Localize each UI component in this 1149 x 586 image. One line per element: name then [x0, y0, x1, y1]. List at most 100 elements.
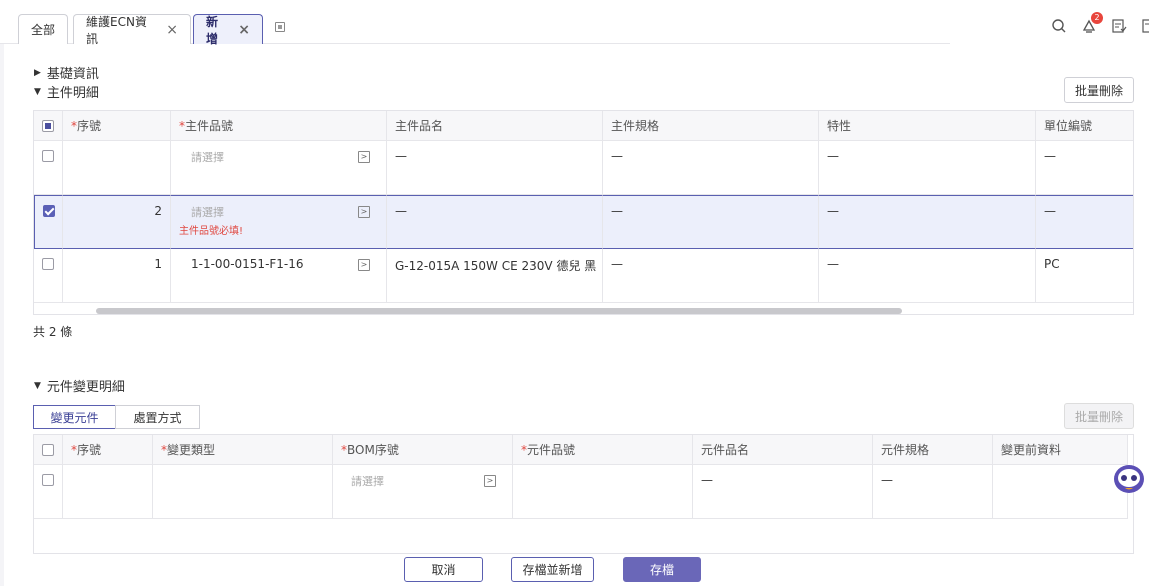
feature-cell: —	[819, 195, 1036, 249]
cancel-button[interactable]: 取消	[404, 557, 483, 582]
section-component-change[interactable]: ▼ 元件變更明細	[34, 376, 125, 395]
picker-icon[interactable]: >	[358, 206, 370, 218]
part-no-value: 1-1-00-0151-F1-16	[191, 257, 304, 271]
column-header: * 變更類型	[153, 435, 333, 465]
table-row[interactable]: 請選擇 > — — — —	[34, 141, 1133, 195]
seq-cell[interactable]: 2	[63, 195, 171, 249]
column-header-label: 變更前資料	[1001, 443, 1062, 457]
row-select-cell	[34, 249, 63, 303]
column-header-label: 元件規格	[881, 443, 930, 457]
column-header-label: 主件品號	[185, 119, 234, 133]
unit-cell: —	[1036, 195, 1133, 249]
column-header: 元件品名	[693, 435, 873, 465]
top-toolbar: 2	[1051, 12, 1149, 34]
column-header-label: 主件規格	[611, 119, 660, 133]
row-checkbox[interactable]	[42, 150, 54, 162]
spec-cell: —	[603, 249, 819, 303]
search-icon[interactable]	[1051, 18, 1067, 34]
change-type-cell[interactable]	[153, 465, 333, 519]
part-no-cell[interactable]: 1-1-00-0151-F1-16 >	[171, 249, 387, 303]
section-basic-info-label: 基礎資訊	[46, 67, 99, 82]
select-all-checkbox[interactable]	[42, 444, 54, 456]
horizontal-scrollbar[interactable]	[96, 308, 902, 314]
row-select-cell	[34, 195, 63, 249]
caret-down-icon: ▼	[34, 86, 41, 97]
section-component-change-label: 元件變更明細	[46, 380, 125, 395]
column-header-label: 變更類型	[167, 443, 216, 457]
caret-down-icon: ▼	[34, 380, 41, 391]
row-checkbox-checked[interactable]	[43, 205, 55, 217]
row-checkbox[interactable]	[42, 474, 54, 486]
part-name-cell: G-12-015A 150W CE 230V 德兒 黑	[387, 249, 603, 303]
batch-delete-button[interactable]: 批量刪除	[1064, 77, 1134, 103]
column-header: 主件規格	[603, 111, 819, 141]
left-edge-bar	[0, 44, 4, 586]
part-no-placeholder: 請選擇	[191, 206, 224, 219]
part-no-cell[interactable]: 請選擇 主件品號必填! >	[171, 195, 387, 249]
save-and-new-button[interactable]: 存檔並新增	[511, 557, 594, 582]
column-header-label: 序號	[77, 443, 102, 457]
picker-icon[interactable]: >	[358, 151, 370, 163]
column-header: 變更前資料	[993, 435, 1128, 465]
bom-seq-cell[interactable]: 請選擇 >	[333, 465, 513, 519]
component-change-table: * 序號 * 變更類型 * BOM序號 * 元件品號 元件品名 元件規格 變更前資料 請…	[33, 434, 1134, 554]
column-header: 單位編號	[1036, 111, 1133, 141]
column-header: * 序號	[63, 435, 153, 465]
assistant-bot-icon[interactable]	[1112, 460, 1146, 496]
notification-icon[interactable]: 2	[1081, 12, 1103, 34]
main-detail-table: * 序號 * 主件品號 主件品名 主件規格 特性 單位編號 請選擇 > — — — …	[33, 110, 1134, 315]
seq-cell[interactable]	[63, 141, 171, 195]
unit-cell: —	[1036, 141, 1133, 195]
column-header-label: BOM序號	[347, 443, 399, 457]
component-part-no-cell[interactable]	[513, 465, 693, 519]
table-row-selected[interactable]: 2 請選擇 主件品號必填! > — — — —	[34, 195, 1133, 249]
table-row[interactable]: 請選擇 > — —	[34, 465, 1128, 519]
segment-tab-disposition[interactable]: 處置方式	[115, 405, 200, 429]
save-button[interactable]: 存檔	[623, 557, 701, 582]
seq-cell[interactable]	[63, 465, 153, 519]
table-row[interactable]: 1 1-1-00-0151-F1-16 > G-12-015A 150W CE …	[34, 249, 1133, 303]
tab-all[interactable]: 全部	[18, 14, 68, 44]
spec-cell: —	[603, 195, 819, 249]
section-main-detail-label: 主件明細	[46, 86, 99, 101]
tab-ecn-maintenance-label: 維護ECN資訊	[86, 14, 147, 46]
picker-icon[interactable]: >	[358, 259, 370, 271]
tab-new[interactable]: 新增 ×	[193, 14, 263, 46]
part-name-cell: —	[387, 195, 603, 249]
column-header-label: 主件品名	[395, 119, 444, 133]
copy-tab-icon[interactable]	[275, 22, 285, 32]
component-spec-cell: —	[873, 465, 993, 519]
segment-tab-change-component[interactable]: 變更元件	[33, 405, 116, 429]
seq-cell[interactable]: 1	[63, 249, 171, 303]
notification-badge: 2	[1091, 12, 1103, 24]
select-all-checkbox[interactable]	[42, 120, 54, 132]
document-icon[interactable]	[1141, 18, 1149, 34]
tab-bar: 全部 維護ECN資訊 × 新增 ×	[0, 0, 950, 46]
close-icon[interactable]: ×	[166, 22, 178, 38]
part-no-cell[interactable]: 請選擇 >	[171, 141, 387, 195]
spec-cell: —	[603, 141, 819, 195]
section-basic-info[interactable]: ▶ 基礎資訊	[34, 63, 99, 82]
table-header: * 序號 * 主件品號 主件品名 主件規格 特性 單位編號	[34, 111, 1133, 141]
column-header-label: 元件品號	[527, 443, 576, 457]
column-header-label: 單位編號	[1044, 119, 1093, 133]
row-select-cell	[34, 141, 63, 195]
tab-all-label: 全部	[31, 23, 56, 37]
part-name-cell: —	[387, 141, 603, 195]
section-main-detail[interactable]: ▼ 主件明細	[34, 82, 99, 101]
row-checkbox[interactable]	[42, 258, 54, 270]
feature-cell: —	[819, 249, 1036, 303]
tab-ecn-maintenance[interactable]: 維護ECN資訊 ×	[73, 14, 191, 46]
part-no-error: 主件品號必填!	[179, 226, 244, 237]
column-header-label: 序號	[77, 119, 102, 133]
close-icon[interactable]: ×	[238, 22, 250, 38]
picker-icon[interactable]: >	[484, 475, 496, 487]
column-header-label: 特性	[827, 119, 852, 133]
column-header-label: 元件品名	[701, 443, 750, 457]
column-header: 特性	[819, 111, 1036, 141]
bom-seq-placeholder: 請選擇	[351, 475, 384, 488]
checklist-icon[interactable]	[1111, 18, 1127, 34]
component-batch-delete-button[interactable]: 批量刪除	[1064, 403, 1134, 429]
column-header: * 主件品號	[171, 111, 387, 141]
caret-right-icon: ▶	[34, 67, 41, 78]
